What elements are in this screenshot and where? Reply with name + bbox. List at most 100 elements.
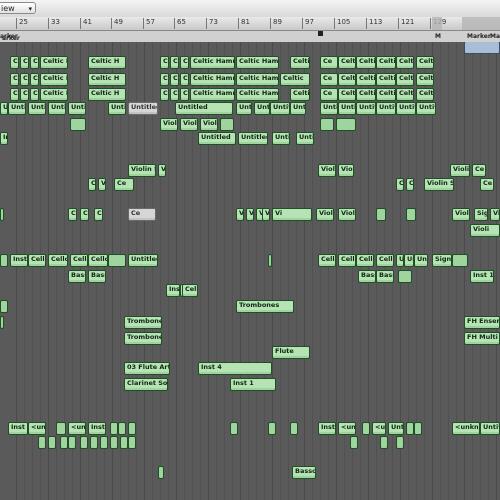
region[interactable]: Celtic (338, 88, 356, 101)
region[interactable] (362, 422, 370, 435)
region[interactable]: Ce (10, 88, 19, 101)
region[interactable]: Bass (376, 270, 394, 283)
region[interactable] (0, 300, 8, 313)
region[interactable]: Signe (432, 254, 452, 267)
region[interactable] (128, 436, 136, 449)
region[interactable] (120, 436, 128, 449)
region[interactable]: Violi (490, 208, 500, 221)
region[interactable]: Untitled (270, 102, 290, 115)
region[interactable]: Ce (320, 56, 338, 69)
region[interactable]: Ce (114, 178, 134, 191)
region[interactable]: Untitled (28, 102, 46, 115)
region[interactable]: Violin (236, 208, 244, 221)
region[interactable]: Untitled (290, 102, 306, 115)
region[interactable]: Untitled (254, 102, 270, 115)
region[interactable] (336, 118, 356, 131)
region[interactable]: Celtic (416, 73, 434, 86)
region[interactable]: Violin (180, 118, 198, 131)
region[interactable]: <unkn (372, 422, 386, 435)
region[interactable]: Untitled (175, 102, 233, 115)
region[interactable]: Ce (170, 88, 179, 101)
region[interactable]: Untitled (48, 102, 66, 115)
region[interactable]: Celtic (416, 88, 434, 101)
region[interactable]: FH Multi MOD (464, 332, 500, 345)
region[interactable] (70, 118, 86, 131)
region[interactable]: Ce (396, 178, 404, 191)
region[interactable] (376, 208, 386, 221)
region[interactable]: FH Ensembl (464, 316, 500, 329)
region[interactable]: Cello (318, 254, 336, 267)
tracks-area[interactable]: CeCeCeCeltic HCeltic HCeCeCeCeltic HammC… (0, 42, 500, 500)
region[interactable]: Celtic H (40, 56, 68, 69)
region[interactable]: Celtic (376, 88, 396, 101)
region[interactable]: Celtic H (88, 56, 126, 69)
region[interactable] (0, 208, 4, 221)
region[interactable] (80, 436, 88, 449)
marker-label[interactable]: M (433, 32, 443, 41)
region[interactable]: Untitled (8, 102, 26, 115)
region[interactable]: Trombones (236, 300, 294, 313)
region[interactable]: Viola Marc (316, 208, 334, 221)
region[interactable] (110, 422, 118, 435)
region[interactable]: Violin Spic (424, 178, 454, 191)
region[interactable]: Violin (158, 164, 166, 177)
region[interactable]: Inst 1 (8, 422, 28, 435)
region[interactable]: Ce (30, 73, 39, 86)
region[interactable]: Celtic (290, 88, 310, 101)
region[interactable]: Untitled (198, 132, 236, 145)
region[interactable] (38, 436, 46, 449)
region[interactable]: Celtic (356, 88, 376, 101)
region[interactable] (56, 422, 66, 435)
region[interactable]: Celtic (280, 73, 310, 86)
region[interactable]: Violin (318, 164, 336, 177)
region[interactable]: Ce (88, 178, 96, 191)
region[interactable]: Bass (88, 270, 106, 283)
region[interactable]: Viola (452, 208, 470, 221)
region[interactable]: Cello (88, 254, 108, 267)
region[interactable] (320, 118, 334, 131)
region[interactable] (406, 208, 416, 221)
region[interactable]: Celtic Hamm (190, 73, 235, 86)
region[interactable]: Cello (70, 254, 88, 267)
region[interactable]: Celtic (338, 56, 356, 69)
region[interactable]: Ce (160, 88, 169, 101)
region[interactable]: Ce (320, 73, 338, 86)
region[interactable] (110, 436, 118, 449)
region[interactable] (68, 436, 76, 449)
marker-label[interactable]: Marker (488, 32, 500, 41)
region[interactable] (60, 436, 68, 449)
region[interactable]: <unkn (338, 422, 356, 435)
region[interactable]: Ce (320, 88, 338, 101)
region[interactable]: Ce (20, 73, 29, 86)
region[interactable] (48, 436, 56, 449)
region[interactable]: Celtic (290, 56, 310, 69)
region[interactable]: Untitled (416, 102, 436, 115)
region[interactable]: Cello (338, 254, 356, 267)
region[interactable]: Celtic (396, 88, 414, 101)
region[interactable]: Cello (376, 254, 394, 267)
region[interactable]: Un (404, 254, 414, 267)
region[interactable]: Celtic Hamm (236, 73, 279, 86)
region[interactable]: Untitled (296, 132, 314, 145)
region[interactable]: Celtic (396, 56, 414, 69)
region[interactable] (230, 422, 238, 435)
region[interactable]: Ce (20, 56, 29, 69)
region[interactable]: Untitled (388, 422, 404, 435)
region[interactable]: Untitled (238, 132, 268, 145)
region[interactable]: Violin Spic (128, 164, 156, 177)
region[interactable] (0, 254, 8, 267)
region[interactable] (380, 436, 388, 449)
region[interactable] (452, 254, 468, 267)
region[interactable]: Bass (358, 270, 376, 283)
region[interactable]: Celtic Hamm (190, 56, 235, 69)
region[interactable]: Celtic (356, 56, 376, 69)
region[interactable]: Ce (10, 73, 19, 86)
region[interactable]: Celtic H (40, 88, 68, 101)
region[interactable]: Un (414, 254, 428, 267)
region[interactable]: Ce (170, 73, 179, 86)
region[interactable]: Celtic Hamm (190, 88, 235, 101)
region[interactable]: Untitled (128, 254, 158, 267)
region[interactable]: Vi (272, 208, 312, 221)
region[interactable]: Celtic H (88, 88, 126, 101)
region[interactable]: Ce (406, 178, 414, 191)
